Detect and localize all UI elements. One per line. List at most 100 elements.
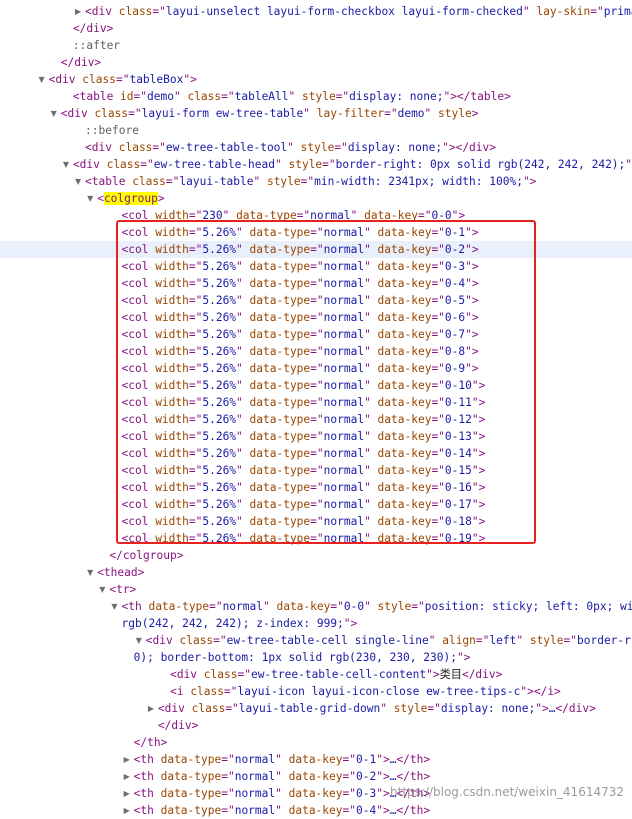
markup-token: <th	[122, 600, 149, 613]
expand-triangle-down-icon[interactable]: ▼	[61, 156, 71, 173]
markup-token: </colgroup>	[109, 549, 183, 562]
markup-token: ="	[224, 685, 237, 698]
collapse-triangle-right-icon[interactable]: ▶	[122, 785, 132, 802]
dom-node-line[interactable]: <col width="5.26%" data-type="normal" da…	[0, 479, 632, 496]
markup-token: 0-17	[445, 498, 472, 511]
dom-node-line[interactable]: ::before	[0, 122, 632, 139]
collapse-triangle-right-icon[interactable]: ▶	[122, 751, 132, 768]
markup-token: ">	[457, 651, 470, 664]
dom-node-line[interactable]: </div>	[0, 54, 632, 71]
dom-node-line[interactable]: <col width="5.26%" data-type="normal" da…	[0, 445, 632, 462]
expand-triangle-down-icon[interactable]: ▼	[73, 173, 83, 190]
dom-node-line[interactable]: <col width="5.26%" data-type="normal" da…	[0, 428, 632, 445]
dom-node-line[interactable]: <col width="5.26%" data-type="normal" da…	[0, 462, 632, 479]
dom-node-line[interactable]: <col width="5.26%" data-type="normal" da…	[0, 241, 632, 258]
expand-triangle-down-icon[interactable]: ▼	[110, 598, 120, 615]
dom-node-line[interactable]: <col width="5.26%" data-type="normal" da…	[0, 292, 632, 309]
markup-token: class	[187, 90, 221, 103]
markup-token: ">	[426, 668, 439, 681]
elements-tree[interactable]: ▶<div class="layui-unselect layui-form-c…	[0, 3, 632, 819]
markup-token: ="	[310, 362, 323, 375]
expand-triangle-down-icon[interactable]: ▼	[134, 632, 144, 649]
dom-node-line[interactable]: <col width="5.26%" data-type="normal" da…	[0, 377, 632, 394]
markup-token: style	[438, 107, 472, 120]
dom-node-line[interactable]: </div>	[0, 20, 632, 37]
dom-node-line[interactable]: <col width="5.26%" data-type="normal" da…	[0, 360, 632, 377]
dom-node-line[interactable]: <i class="layui-icon layui-icon-close ew…	[0, 683, 632, 700]
markup-token: "	[364, 532, 377, 545]
collapse-triangle-right-icon[interactable]: ▶	[122, 768, 132, 785]
markup-token: normal	[324, 413, 364, 426]
dom-node-line[interactable]: ::after	[0, 37, 632, 54]
dom-node-line[interactable]: <col width="5.26%" data-type="normal" da…	[0, 309, 632, 326]
dom-node-line[interactable]: <div class="ew-tree-table-cell-content">…	[0, 666, 632, 683]
dom-node-line[interactable]: rgb(242, 242, 242); z-index: 999;">	[0, 615, 632, 632]
dom-node-line[interactable]: <col width="5.26%" data-type="normal" da…	[0, 513, 632, 530]
dom-node-line[interactable]: <col width="5.26%" data-type="normal" da…	[0, 275, 632, 292]
dom-node-line[interactable]: <col width="5.26%" data-type="normal" da…	[0, 496, 632, 513]
markup-token: ="	[343, 804, 356, 817]
markup-token: data-key	[364, 209, 418, 222]
dom-node-line[interactable]: ▼<th data-type="normal" data-key="0-0" s…	[0, 598, 632, 615]
markup-token: ="	[310, 226, 323, 239]
dom-node-line[interactable]: <col width="5.26%" data-type="normal" da…	[0, 224, 632, 241]
collapse-triangle-right-icon[interactable]: ▶	[146, 700, 156, 717]
dom-node-line[interactable]: <table id="demo" class="tableAll" style=…	[0, 88, 632, 105]
markup-token: 0-3	[356, 787, 376, 800]
markup-token: "	[174, 90, 187, 103]
markup-token: "	[429, 634, 442, 647]
markup-token: ="	[189, 532, 202, 545]
dom-node-line[interactable]: ▶<th data-type="normal" data-key="0-1">……	[0, 751, 632, 768]
dom-node-line[interactable]: <col width="5.26%" data-type="normal" da…	[0, 530, 632, 547]
markup-token: width	[155, 243, 189, 256]
expand-triangle-down-icon[interactable]: ▼	[85, 564, 95, 581]
markup-token: 5.26%	[202, 328, 236, 341]
markup-token: <	[97, 192, 104, 205]
markup-token: "	[275, 753, 288, 766]
dom-node-line[interactable]: <col width="5.26%" data-type="normal" da…	[0, 394, 632, 411]
markup-token: ">	[472, 430, 485, 443]
markup-token: tableAll	[235, 90, 289, 103]
markup-token: "	[236, 328, 249, 341]
markup-token: 0-4	[356, 804, 376, 817]
markup-token: "	[236, 243, 249, 256]
markup-token: display: none;	[348, 141, 442, 154]
dom-node-line[interactable]: ▼<table class="layui-table" style="min-w…	[0, 173, 632, 190]
dom-node-line[interactable]: ▼<tr>	[0, 581, 632, 598]
dom-node-line[interactable]: ▼<thead>	[0, 564, 632, 581]
dom-node-line[interactable]: <col width="230" data-type="normal" data…	[0, 207, 632, 224]
markup-token: ="	[418, 209, 431, 222]
markup-token: data-type	[250, 345, 311, 358]
markup-token: 5.26%	[202, 447, 236, 460]
expand-triangle-down-icon[interactable]: ▼	[85, 190, 95, 207]
dom-node-line[interactable]: ▶<div class="layui-unselect layui-form-c…	[0, 3, 632, 20]
dom-node-line[interactable]: <div class="ew-tree-table-tool" style="d…	[0, 139, 632, 156]
dom-node-line[interactable]: ▼<div class="tableBox">	[0, 71, 632, 88]
markup-token: "	[364, 396, 377, 409]
dom-node-line[interactable]: ▼<colgroup>	[0, 190, 632, 207]
markup-token: normal	[324, 345, 364, 358]
expand-triangle-down-icon[interactable]: ▼	[37, 71, 47, 88]
dom-node-line[interactable]: <col width="5.26%" data-type="normal" da…	[0, 258, 632, 275]
dom-node-line[interactable]: </colgroup>	[0, 547, 632, 564]
dom-node-line[interactable]: ▼<div class="ew-tree-table-cell single-l…	[0, 632, 632, 649]
markup-token: ="	[310, 277, 323, 290]
dom-node-line[interactable]: </th>	[0, 734, 632, 751]
markup-token: ">	[472, 396, 485, 409]
markup-token: <div	[158, 702, 192, 715]
collapse-triangle-right-icon[interactable]: ▶	[73, 3, 83, 20]
dom-node-line[interactable]: <col width="5.26%" data-type="normal" da…	[0, 343, 632, 360]
dom-node-line[interactable]: </div>	[0, 717, 632, 734]
expand-triangle-down-icon[interactable]: ▼	[97, 581, 107, 598]
dom-node-line[interactable]: ▶<div class="layui-table-grid-down" styl…	[0, 700, 632, 717]
markup-token: "	[364, 362, 377, 375]
markup-token: width	[155, 209, 189, 222]
dom-node-line[interactable]: ▼<div class="ew-tree-table-head" style="…	[0, 156, 632, 173]
markup-token: data-key	[289, 753, 343, 766]
dom-node-line[interactable]: <col width="5.26%" data-type="normal" da…	[0, 411, 632, 428]
dom-node-line[interactable]: ▼<div class="layui-form ew-tree-table" l…	[0, 105, 632, 122]
expand-triangle-down-icon[interactable]: ▼	[49, 105, 59, 122]
dom-node-line[interactable]: ▶<th data-type="normal" data-key="0-2">……	[0, 768, 632, 785]
dom-node-line[interactable]: <col width="5.26%" data-type="normal" da…	[0, 326, 632, 343]
dom-node-line[interactable]: 0); border-bottom: 1px solid rgb(230, 23…	[0, 649, 632, 666]
